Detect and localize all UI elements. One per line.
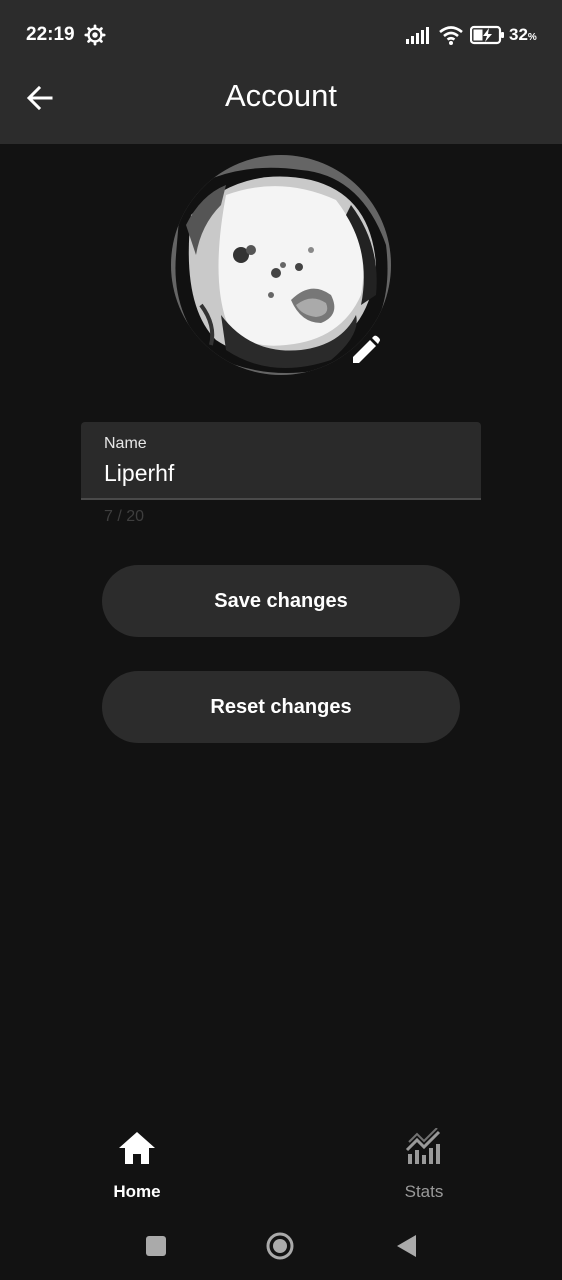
nav-label-home: Home <box>113 1182 161 1201</box>
wifi-icon <box>439 26 463 45</box>
nav-item-home[interactable]: Home <box>57 1128 217 1208</box>
signal-icon <box>406 27 429 44</box>
name-field-label: Name <box>104 435 147 452</box>
battery-percent: 32% <box>509 25 537 44</box>
recents-button[interactable] <box>146 1236 166 1256</box>
reset-changes-button[interactable]: Reset changes <box>102 671 460 743</box>
battery-charging-icon <box>470 25 504 45</box>
page-title: Account <box>224 78 337 113</box>
status-time: 22:19 <box>26 24 75 45</box>
save-changes-button[interactable]: Save changes <box>102 565 460 637</box>
stats-icon <box>405 1128 441 1164</box>
nav-item-stats[interactable]: Stats <box>344 1128 504 1208</box>
home-system-button[interactable] <box>265 1231 295 1261</box>
name-field-value[interactable]: Liperhf <box>104 460 174 487</box>
home-icon <box>119 1132 155 1164</box>
name-field[interactable]: Name Liperhf <box>81 422 481 500</box>
nav-label-stats: Stats <box>404 1182 444 1201</box>
character-counter: 7 / 20 <box>104 508 145 525</box>
gear-icon <box>84 24 106 46</box>
back-triangle-icon[interactable] <box>394 1233 418 1259</box>
pencil-icon[interactable] <box>348 334 382 368</box>
